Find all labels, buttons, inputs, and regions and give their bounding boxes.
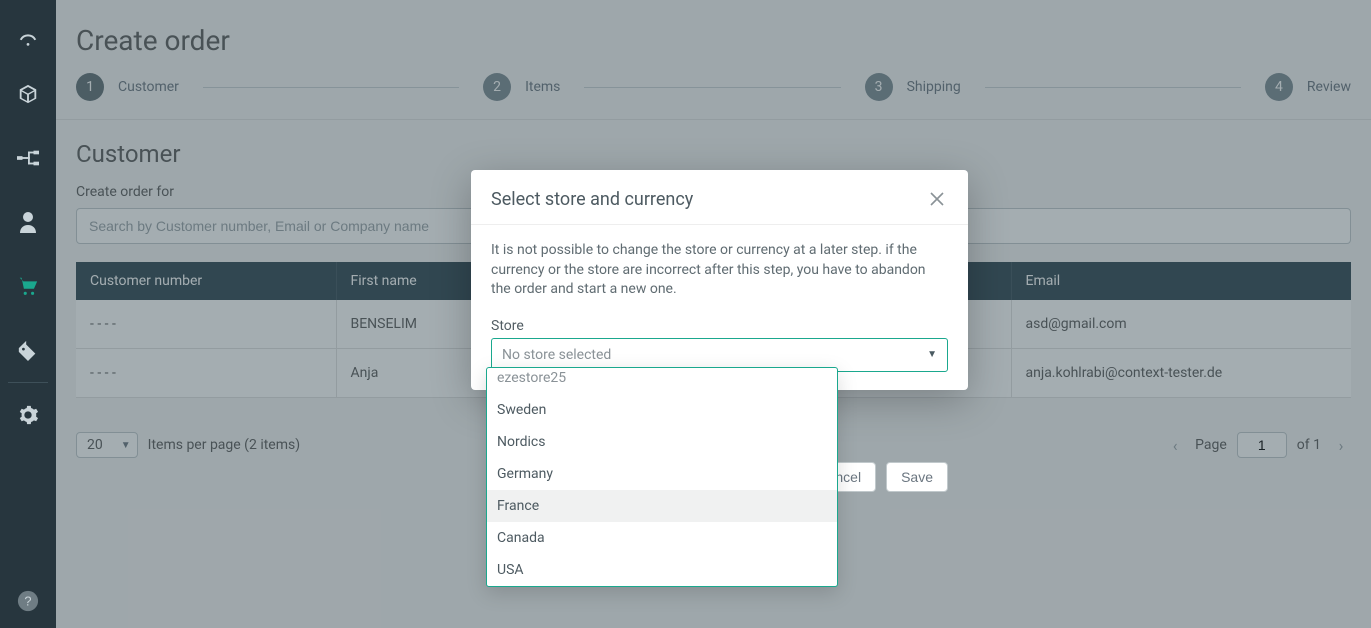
dropdown-item[interactable]: Nordics — [487, 426, 837, 458]
logo-icon[interactable] — [0, 14, 56, 62]
modal-description: It is not possible to change the store o… — [491, 241, 948, 300]
package-icon[interactable] — [0, 62, 56, 126]
cart-icon[interactable] — [0, 254, 56, 318]
store-field-label: Store — [491, 318, 948, 334]
store-currency-modal: Select store and currency It is not poss… — [471, 170, 968, 390]
dropdown-item[interactable]: USA — [487, 554, 837, 586]
help-icon[interactable]: ? — [0, 574, 56, 628]
user-icon[interactable] — [0, 190, 56, 254]
dropdown-item[interactable]: Canada — [487, 522, 837, 554]
modal-title: Select store and currency — [491, 189, 693, 210]
gear-icon[interactable] — [0, 383, 56, 447]
store-dropdown-panel: ezestore25 Sweden Nordics Germany France… — [486, 367, 838, 587]
store-select-value: No store selected — [502, 347, 611, 363]
dropdown-item[interactable]: Sweden — [487, 394, 837, 426]
close-icon[interactable] — [926, 188, 948, 210]
dropdown-item[interactable]: Germany — [487, 458, 837, 490]
workflow-icon[interactable] — [0, 126, 56, 190]
chevron-down-icon: ▼ — [927, 349, 937, 360]
tags-icon[interactable] — [0, 318, 56, 382]
sidebar: ? — [0, 0, 56, 628]
dropdown-item[interactable]: France — [487, 490, 837, 522]
save-button[interactable]: Save — [886, 462, 948, 492]
dropdown-item[interactable]: ezestore25 — [487, 368, 837, 394]
svg-text:?: ? — [24, 594, 31, 609]
